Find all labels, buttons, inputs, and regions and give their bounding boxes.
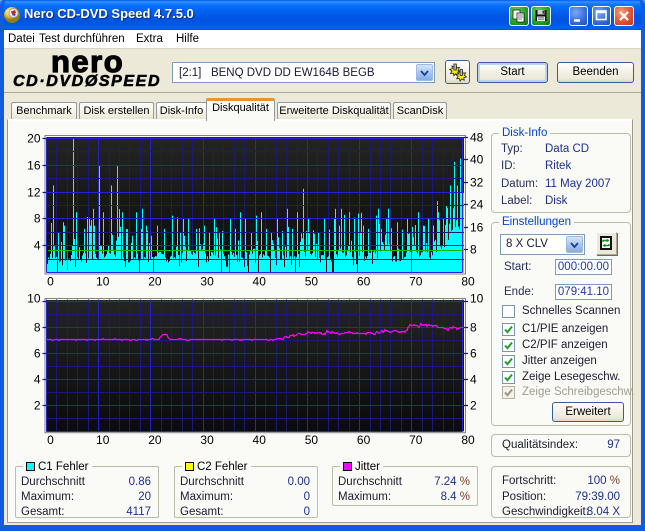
svg-text:2: 2 [34, 399, 41, 413]
svg-text:20: 20 [148, 433, 162, 447]
svg-text:10: 10 [96, 275, 110, 289]
svg-text:8: 8 [34, 212, 41, 226]
svg-text:6: 6 [34, 347, 41, 361]
svg-text:0: 0 [47, 433, 54, 447]
svg-text:24: 24 [470, 198, 484, 212]
svg-text:48: 48 [470, 131, 484, 145]
svg-text:6: 6 [470, 347, 477, 361]
svg-text:16: 16 [470, 221, 484, 235]
svg-text:8: 8 [470, 243, 477, 257]
svg-text:30: 30 [200, 275, 214, 289]
svg-text:30: 30 [200, 433, 214, 447]
svg-text:10: 10 [27, 292, 41, 306]
svg-text:80: 80 [461, 275, 475, 289]
svg-text:2: 2 [470, 399, 477, 413]
svg-text:80: 80 [461, 433, 475, 447]
svg-text:60: 60 [357, 433, 371, 447]
svg-text:50: 50 [305, 275, 319, 289]
svg-text:4: 4 [470, 373, 477, 387]
svg-text:4: 4 [34, 373, 41, 387]
svg-text:50: 50 [305, 433, 319, 447]
svg-text:32: 32 [470, 176, 484, 190]
svg-text:0: 0 [47, 275, 54, 289]
svg-text:40: 40 [253, 275, 267, 289]
svg-text:12: 12 [27, 186, 41, 200]
svg-text:40: 40 [470, 153, 484, 167]
svg-text:70: 70 [409, 275, 423, 289]
svg-text:10: 10 [96, 433, 110, 447]
svg-text:16: 16 [27, 159, 41, 173]
svg-text:4: 4 [34, 239, 41, 253]
svg-text:60: 60 [357, 275, 371, 289]
svg-text:20: 20 [27, 132, 41, 146]
svg-text:8: 8 [34, 321, 41, 335]
svg-text:10: 10 [470, 292, 484, 306]
svg-text:20: 20 [148, 275, 162, 289]
svg-text:40: 40 [253, 433, 267, 447]
svg-text:8: 8 [470, 321, 477, 335]
svg-text:70: 70 [409, 433, 423, 447]
